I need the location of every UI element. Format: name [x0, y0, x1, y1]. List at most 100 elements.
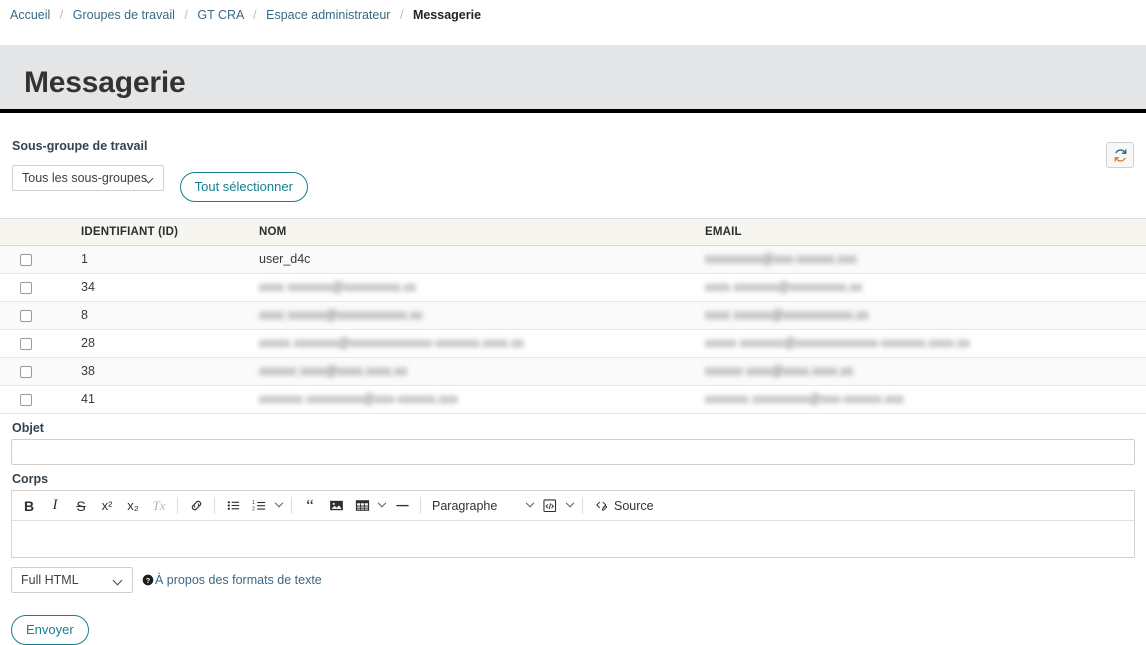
chevron-down-icon — [565, 498, 575, 507]
chevron-down-icon — [525, 498, 535, 507]
row-email-value: xxxx xxxxxx@xxxxxxxxxxx.xx — [705, 308, 869, 322]
send-button[interactable]: Envoyer — [11, 615, 89, 645]
select-all-button[interactable]: Tout sélectionner — [179, 172, 308, 202]
breadcrumb-separator: / — [253, 8, 257, 22]
text-format-select[interactable]: Full HTML — [11, 567, 133, 593]
numbered-list-options-button[interactable] — [272, 494, 286, 518]
row-checkbox[interactable] — [20, 309, 32, 322]
subgroup-select[interactable]: Tous les sous-groupes — [12, 165, 164, 191]
horizontal-line-icon — [395, 504, 409, 507]
table-row[interactable]: 28 xxxxx xxxxxxx@xxxxxxxxxxxxx-xxxxxxx.x… — [0, 329, 1146, 358]
html-embed-options-button[interactable] — [563, 494, 577, 518]
table-body: 1 user_d4c xxxxxxxxx@xxx-xxxxxx.xxx 34 x… — [0, 245, 1146, 414]
row-email: xxxxxx xxxx@xxxx.xxxx.xx — [705, 357, 1146, 386]
subject-label: Objet — [12, 421, 44, 435]
row-name-value: xxxxx xxxxxxx@xxxxxxxxxxxxx-xxxxxxx.xxxx… — [259, 336, 524, 350]
remove-format-button[interactable]: Tx — [147, 494, 171, 518]
chevron-down-icon — [274, 498, 284, 507]
image-button[interactable] — [324, 494, 348, 518]
table-row[interactable]: 38 xxxxxx xxxx@xxxx.xxxx.xx xxxxxx xxxx@… — [0, 357, 1146, 386]
table-icon — [355, 500, 369, 511]
row-checkbox[interactable] — [20, 365, 32, 378]
svg-text:2: 2 — [252, 507, 255, 513]
italic-button[interactable]: I — [43, 494, 67, 518]
editor-content-area[interactable] — [12, 521, 1134, 557]
row-checkbox[interactable] — [20, 337, 32, 350]
table-button[interactable] — [350, 494, 374, 518]
row-id: 8 — [76, 301, 259, 330]
row-email: xxxxxxxxx@xxx-xxxxxx.xxx — [705, 245, 1146, 274]
breadcrumb-item-gt-cra[interactable]: GT CRA — [197, 8, 243, 22]
bulleted-list-button[interactable] — [221, 494, 245, 518]
row-name-value: user_d4c — [259, 252, 311, 266]
subscript-button[interactable]: x₂ — [121, 494, 145, 518]
source-button[interactable]: Source — [588, 494, 660, 518]
help-icon: ? — [142, 574, 154, 586]
row-name: xxxxxx xxxx@xxxx.xxxx.xx — [259, 357, 705, 386]
row-email-value: xxxx xxxxxxx@xxxxxxxxx.xx — [705, 280, 863, 294]
image-icon — [329, 500, 343, 511]
row-name: xxxx xxxxxx@xxxxxxxxxxx.xx — [259, 301, 705, 330]
row-id: 34 — [76, 273, 259, 302]
subgroup-label: Sous-groupe de travail — [12, 139, 148, 153]
chevron-down-icon — [377, 498, 387, 507]
row-checkbox-cell[interactable] — [0, 329, 76, 358]
numbered-list-icon: 1 2 — [252, 500, 265, 513]
table-header-row: IDENTIFIANT (ID) NOM EMAIL — [0, 218, 1146, 246]
breadcrumb-item-espace-administrateur[interactable]: Espace administrateur — [266, 8, 390, 22]
numbered-list-button[interactable]: 1 2 — [247, 494, 271, 518]
html-embed-button[interactable] — [538, 494, 562, 518]
row-email: xxxxxxx xxxxxxxxx@xxx-xxxxxx.xxx — [705, 385, 1146, 414]
text-format-help-link[interactable]: ? À propos des formats de texte — [142, 573, 322, 587]
toolbar-divider — [582, 497, 583, 514]
row-name-value: xxxxxx xxxx@xxxx.xxxx.xx — [259, 364, 408, 378]
toolbar-divider — [291, 497, 292, 514]
row-checkbox[interactable] — [20, 393, 32, 406]
row-id: 41 — [76, 385, 259, 414]
toolbar-divider — [420, 497, 421, 514]
recipients-table: IDENTIFIANT (ID) NOM EMAIL 1 user_d4c xx… — [0, 218, 1146, 414]
row-checkbox[interactable] — [20, 281, 32, 294]
row-checkbox-cell[interactable] — [0, 273, 76, 302]
table-options-button[interactable] — [375, 494, 389, 518]
bold-button[interactable]: B — [17, 494, 41, 518]
row-checkbox-cell[interactable] — [0, 301, 76, 330]
row-id: 38 — [76, 357, 259, 386]
table-row[interactable]: 1 user_d4c xxxxxxxxx@xxx-xxxxxx.xxx — [0, 245, 1146, 274]
subject-input[interactable] — [11, 439, 1135, 465]
text-format-value: Full HTML — [21, 573, 79, 587]
body-label: Corps — [12, 472, 49, 486]
blockquote-button[interactable]: “ — [298, 494, 322, 518]
subgroup-select-value: Tous les sous-groupes — [22, 171, 148, 185]
row-checkbox-cell[interactable] — [0, 357, 76, 386]
page-title: Messagerie — [24, 66, 186, 99]
column-header-email: EMAIL — [705, 218, 1146, 246]
row-checkbox-cell[interactable] — [0, 245, 76, 274]
link-button[interactable] — [184, 494, 208, 518]
horizontal-line-button[interactable] — [390, 494, 414, 518]
refresh-button[interactable] — [1106, 142, 1134, 168]
main-content: Sous-groupe de travail Tous les sous-gro… — [0, 117, 1146, 645]
breadcrumb-item-messagerie: Messagerie — [412, 8, 482, 22]
paragraph-style-dropdown[interactable]: Paragraphe — [432, 494, 537, 518]
table-row[interactable]: 34 xxxx xxxxxxx@xxxxxxxxx.xx xxxx xxxxxx… — [0, 273, 1146, 302]
superscript-button[interactable]: x² — [95, 494, 119, 518]
row-checkbox-cell[interactable] — [0, 385, 76, 414]
row-name: user_d4c — [259, 245, 705, 274]
row-id: 1 — [76, 245, 259, 274]
breadcrumb-item-groupes-de-travail[interactable]: Groupes de travail — [73, 8, 175, 22]
row-id: 28 — [76, 329, 259, 358]
row-name-value: xxxx xxxxxxx@xxxxxxxxx.xx — [259, 280, 417, 294]
row-checkbox[interactable] — [20, 253, 32, 266]
source-button-label: Source — [614, 498, 654, 513]
breadcrumb-item-accueil[interactable]: Accueil — [10, 8, 50, 22]
row-name: xxxxx xxxxxxx@xxxxxxxxxxxxx-xxxxxxx.xxxx… — [259, 329, 705, 358]
bulleted-list-icon — [227, 501, 239, 510]
toolbar-divider — [214, 497, 215, 514]
strikethrough-button[interactable]: S — [69, 494, 93, 518]
table-row[interactable]: 8 xxxx xxxxxx@xxxxxxxxxxx.xx xxxx xxxxxx… — [0, 301, 1146, 330]
editor-toolbar: B I S x² x₂ Tx 1 2 “ Paragraphe Source — [12, 491, 1134, 521]
table-row[interactable]: 41 xxxxxxx xxxxxxxxx@xxx-xxxxxx.xxx xxxx… — [0, 385, 1146, 414]
toolbar-divider — [177, 497, 178, 514]
row-name-value: xxxxxxx xxxxxxxxx@xxx-xxxxxx.xxx — [259, 392, 458, 406]
